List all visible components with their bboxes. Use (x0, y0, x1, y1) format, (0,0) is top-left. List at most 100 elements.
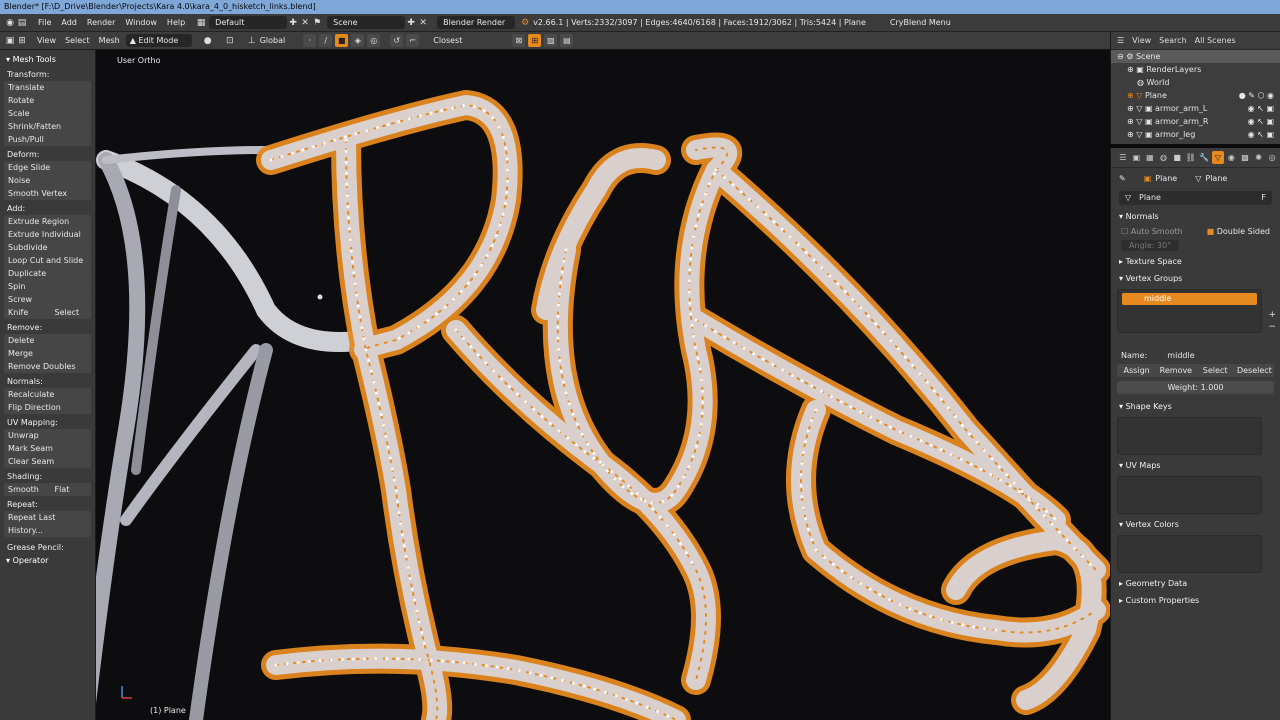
custom-properties-panel-header[interactable]: ▸ Custom Properties (1111, 592, 1280, 609)
shape-keys-list[interactable] (1117, 417, 1262, 455)
outliner-row-scene[interactable]: ⊖ ⚙ Scene (1111, 50, 1280, 63)
vertex-colors-list[interactable] (1117, 535, 1262, 573)
delete-button[interactable]: Delete (4, 334, 91, 347)
unwrap-button[interactable]: Unwrap (4, 429, 91, 442)
blender-logo-icon[interactable]: ◉ (4, 18, 16, 28)
rotate-button[interactable]: Rotate (4, 94, 91, 107)
viewport-shading-icon[interactable]: ● (202, 36, 214, 46)
face-select-icon[interactable]: ■ (335, 34, 349, 47)
menu-file[interactable]: File (38, 18, 51, 27)
edge-select-icon[interactable]: / (319, 34, 333, 47)
opengl-render-icon[interactable]: ▤ (560, 34, 574, 47)
add-layout-icon[interactable]: ✚ (287, 18, 299, 28)
render-tab-icon[interactable]: ▣ (1131, 151, 1143, 164)
uv-maps-list[interactable] (1117, 476, 1262, 514)
vg-name-field[interactable]: middle (1167, 351, 1194, 360)
layout-selector[interactable]: Default (209, 16, 288, 29)
menu-view[interactable]: View (37, 36, 56, 45)
layout-icon[interactable]: ▦ (195, 18, 207, 28)
spin-button[interactable]: Spin (4, 280, 91, 293)
vertex-group-remove-icon[interactable]: − (1268, 322, 1276, 332)
merge-button[interactable]: Merge (4, 347, 91, 360)
3d-cursor[interactable] (317, 294, 323, 300)
mesh-datablock-field[interactable]: ▽ Plane F (1119, 191, 1272, 205)
subdivide-button[interactable]: Subdivide (4, 241, 91, 254)
scene-selector[interactable]: Scene (327, 16, 406, 29)
outliner-editor-icon[interactable]: ☰ (1117, 36, 1124, 45)
normals-panel-header[interactable]: ▾ Normals (1111, 208, 1280, 225)
texture-tab-icon[interactable]: ▩ (1239, 151, 1251, 164)
snap-align-icon[interactable]: ⊠ (512, 34, 526, 47)
particles-tab-icon[interactable]: ✺ (1253, 151, 1265, 164)
outliner-search-menu[interactable]: Search (1159, 36, 1186, 45)
data-tab-icon[interactable]: ▽ (1212, 151, 1224, 164)
shade-flat-button[interactable]: Flat (44, 483, 91, 496)
physics-tab-icon[interactable]: ◎ (1266, 151, 1278, 164)
translate-button[interactable]: Translate (4, 81, 91, 94)
recalculate-button[interactable]: Recalculate (4, 388, 91, 401)
operator-panel[interactable]: ▾ Operator (0, 554, 95, 567)
scale-button[interactable]: Scale (4, 107, 91, 120)
push-pull-button[interactable]: Push/Pull (4, 133, 91, 146)
manipulator-icon[interactable]: ⊥ (246, 36, 258, 46)
tool-shelf-header[interactable]: ▾ Mesh Tools (0, 53, 95, 66)
vertex-group-item[interactable]: middle (1122, 293, 1257, 305)
menu-mesh[interactable]: Mesh (99, 36, 120, 45)
object-tab-icon[interactable]: ■ (1171, 151, 1183, 164)
outliner-view-menu[interactable]: View (1132, 36, 1151, 45)
outliner-display-mode[interactable]: All Scenes (1195, 36, 1236, 45)
menu-window[interactable]: Window (125, 18, 157, 27)
visibility-icons[interactable]: ● ✎ ⬡ ◉ (1239, 89, 1274, 102)
cryblend-menu[interactable]: CryBlend Menu (890, 18, 951, 27)
noise-button[interactable]: Noise (4, 174, 91, 187)
deselect-button[interactable]: Deselect (1234, 364, 1274, 377)
snap-toggle-icon[interactable]: ↺ (390, 34, 404, 47)
snap-element-icon[interactable]: ⌐ (406, 34, 420, 47)
smooth-vertex-button[interactable]: Smooth Vertex (4, 187, 91, 200)
repeat-last-button[interactable]: Repeat Last (4, 511, 91, 524)
3d-viewport[interactable]: User Ortho (1) Plane (96, 50, 1110, 720)
extrude-region-button[interactable]: Extrude Region (4, 215, 91, 228)
proportional-edit-icon[interactable]: ◎ (367, 34, 381, 47)
view3d-editor-icon[interactable]: ▣ (4, 36, 16, 46)
fake-user-toggle[interactable]: F (1261, 191, 1266, 205)
render-preview-icon[interactable]: ▨ (544, 34, 558, 47)
loop-cut-slide-button[interactable]: Loop Cut and Slide (4, 254, 91, 267)
outliner-row-plane[interactable]: ⊕ ▽ Plane ● ✎ ⬡ ◉ (1111, 89, 1280, 102)
outliner-row-renderlayers[interactable]: ⊕ ▣ RenderLayers (1111, 63, 1280, 76)
outliner-row-armor-arm-l[interactable]: ⊕ ▽ ▣ armor_arm_L ◉ ↖ ▣ (1111, 102, 1280, 115)
pin-icon[interactable]: ✎ (1119, 174, 1126, 183)
pivot-icon[interactable]: ⊡ (224, 36, 236, 46)
remove-doubles-button[interactable]: Remove Doubles (4, 360, 91, 373)
remove-button[interactable]: Remove (1156, 364, 1196, 377)
remove-layout-icon[interactable]: ✕ (299, 18, 311, 28)
extrude-individual-button[interactable]: Extrude Individual (4, 228, 91, 241)
menu-help[interactable]: Help (167, 18, 185, 27)
uv-maps-panel-header[interactable]: ▾ UV Maps (1111, 457, 1280, 474)
shape-keys-panel-header[interactable]: ▾ Shape Keys (1111, 398, 1280, 415)
mark-seam-button[interactable]: Mark Seam (4, 442, 91, 455)
assign-button[interactable]: Assign (1117, 364, 1157, 377)
geometry-data-panel-header[interactable]: ▸ Geometry Data (1111, 575, 1280, 592)
texture-space-panel-header[interactable]: ▸ Texture Space (1111, 253, 1280, 270)
modifiers-tab-icon[interactable]: 🔧 (1198, 151, 1210, 164)
edge-slide-button[interactable]: Edge Slide (4, 161, 91, 174)
screw-button[interactable]: Screw (4, 293, 91, 306)
clear-seam-button[interactable]: Clear Seam (4, 455, 91, 468)
menu-add[interactable]: Add (61, 18, 77, 27)
outliner-row-armor-leg[interactable]: ⊕ ▽ ▣ armor_leg ◉ ↖ ▣ (1111, 128, 1280, 141)
properties-editor-icon[interactable]: ☰ (1117, 151, 1129, 164)
eye-icon[interactable]: ◉ ↖ ▣ (1248, 128, 1274, 141)
header-collapse-icon[interactable]: ⊞ (16, 36, 28, 46)
menu-render[interactable]: Render (87, 18, 115, 27)
weight-slider[interactable]: Weight: 1.000 (1117, 381, 1274, 394)
remove-scene-icon[interactable]: ✕ (417, 18, 429, 28)
constraints-tab-icon[interactable]: ⛓ (1185, 151, 1197, 164)
scene-tab-icon[interactable]: ▦ (1144, 151, 1156, 164)
limit-selection-icon[interactable]: ◈ (351, 34, 365, 47)
grease-pencil-panel[interactable]: Grease Pencil: (0, 541, 95, 554)
duplicate-button[interactable]: Duplicate (4, 267, 91, 280)
vertex-group-add-icon[interactable]: + (1268, 310, 1276, 320)
add-scene-icon[interactable]: ✚ (405, 18, 417, 28)
material-tab-icon[interactable]: ◉ (1226, 151, 1238, 164)
